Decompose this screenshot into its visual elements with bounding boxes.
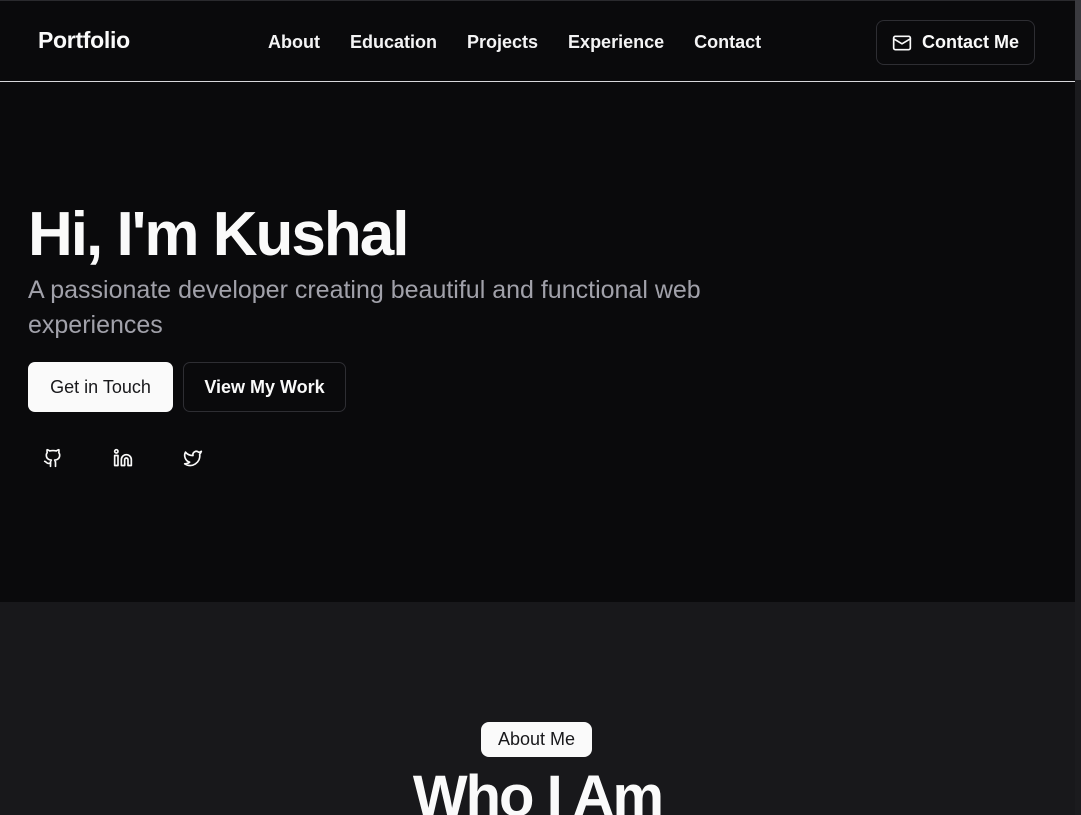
hero-title: Hi, I'm Kushal xyxy=(28,200,409,269)
twitter-link[interactable] xyxy=(178,443,208,473)
main-nav: About Education Projects Experience Cont… xyxy=(268,32,761,53)
about-title: Who I Am xyxy=(412,764,664,815)
github-icon xyxy=(43,448,61,468)
nav-item-about[interactable]: About xyxy=(268,32,320,53)
scrollbar-thumb[interactable] xyxy=(1075,0,1081,80)
hero-section: Hi, I'm Kushal A passionate developer cr… xyxy=(0,83,1075,602)
about-badge: About Me xyxy=(481,722,592,757)
linkedin-link[interactable] xyxy=(108,443,138,473)
nav-item-contact[interactable]: Contact xyxy=(694,32,761,53)
view-my-work-button[interactable]: View My Work xyxy=(183,362,346,412)
scrollbar-track[interactable] xyxy=(1075,0,1081,815)
twitter-icon xyxy=(183,450,203,467)
about-section: About Me Who I Am xyxy=(0,602,1075,815)
contact-me-label: Contact Me xyxy=(921,32,1019,52)
nav-item-projects[interactable]: Projects xyxy=(467,32,538,53)
get-in-touch-button[interactable]: Get in Touch xyxy=(28,362,173,412)
site-logo[interactable]: Portfolio xyxy=(38,27,130,54)
linkedin-icon xyxy=(113,448,133,467)
nav-item-education[interactable]: Education xyxy=(350,32,437,53)
site-header: Portfolio About Education Projects Exper… xyxy=(0,0,1075,82)
nav-item-experience[interactable]: Experience xyxy=(568,32,664,53)
mail-icon xyxy=(892,35,912,50)
portfolio-page: Portfolio About Education Projects Exper… xyxy=(0,0,1081,815)
github-link[interactable] xyxy=(38,443,68,473)
hero-subtitle: A passionate developer creating beautifu… xyxy=(28,276,701,339)
contact-me-button[interactable]: Contact Me xyxy=(876,20,1035,65)
